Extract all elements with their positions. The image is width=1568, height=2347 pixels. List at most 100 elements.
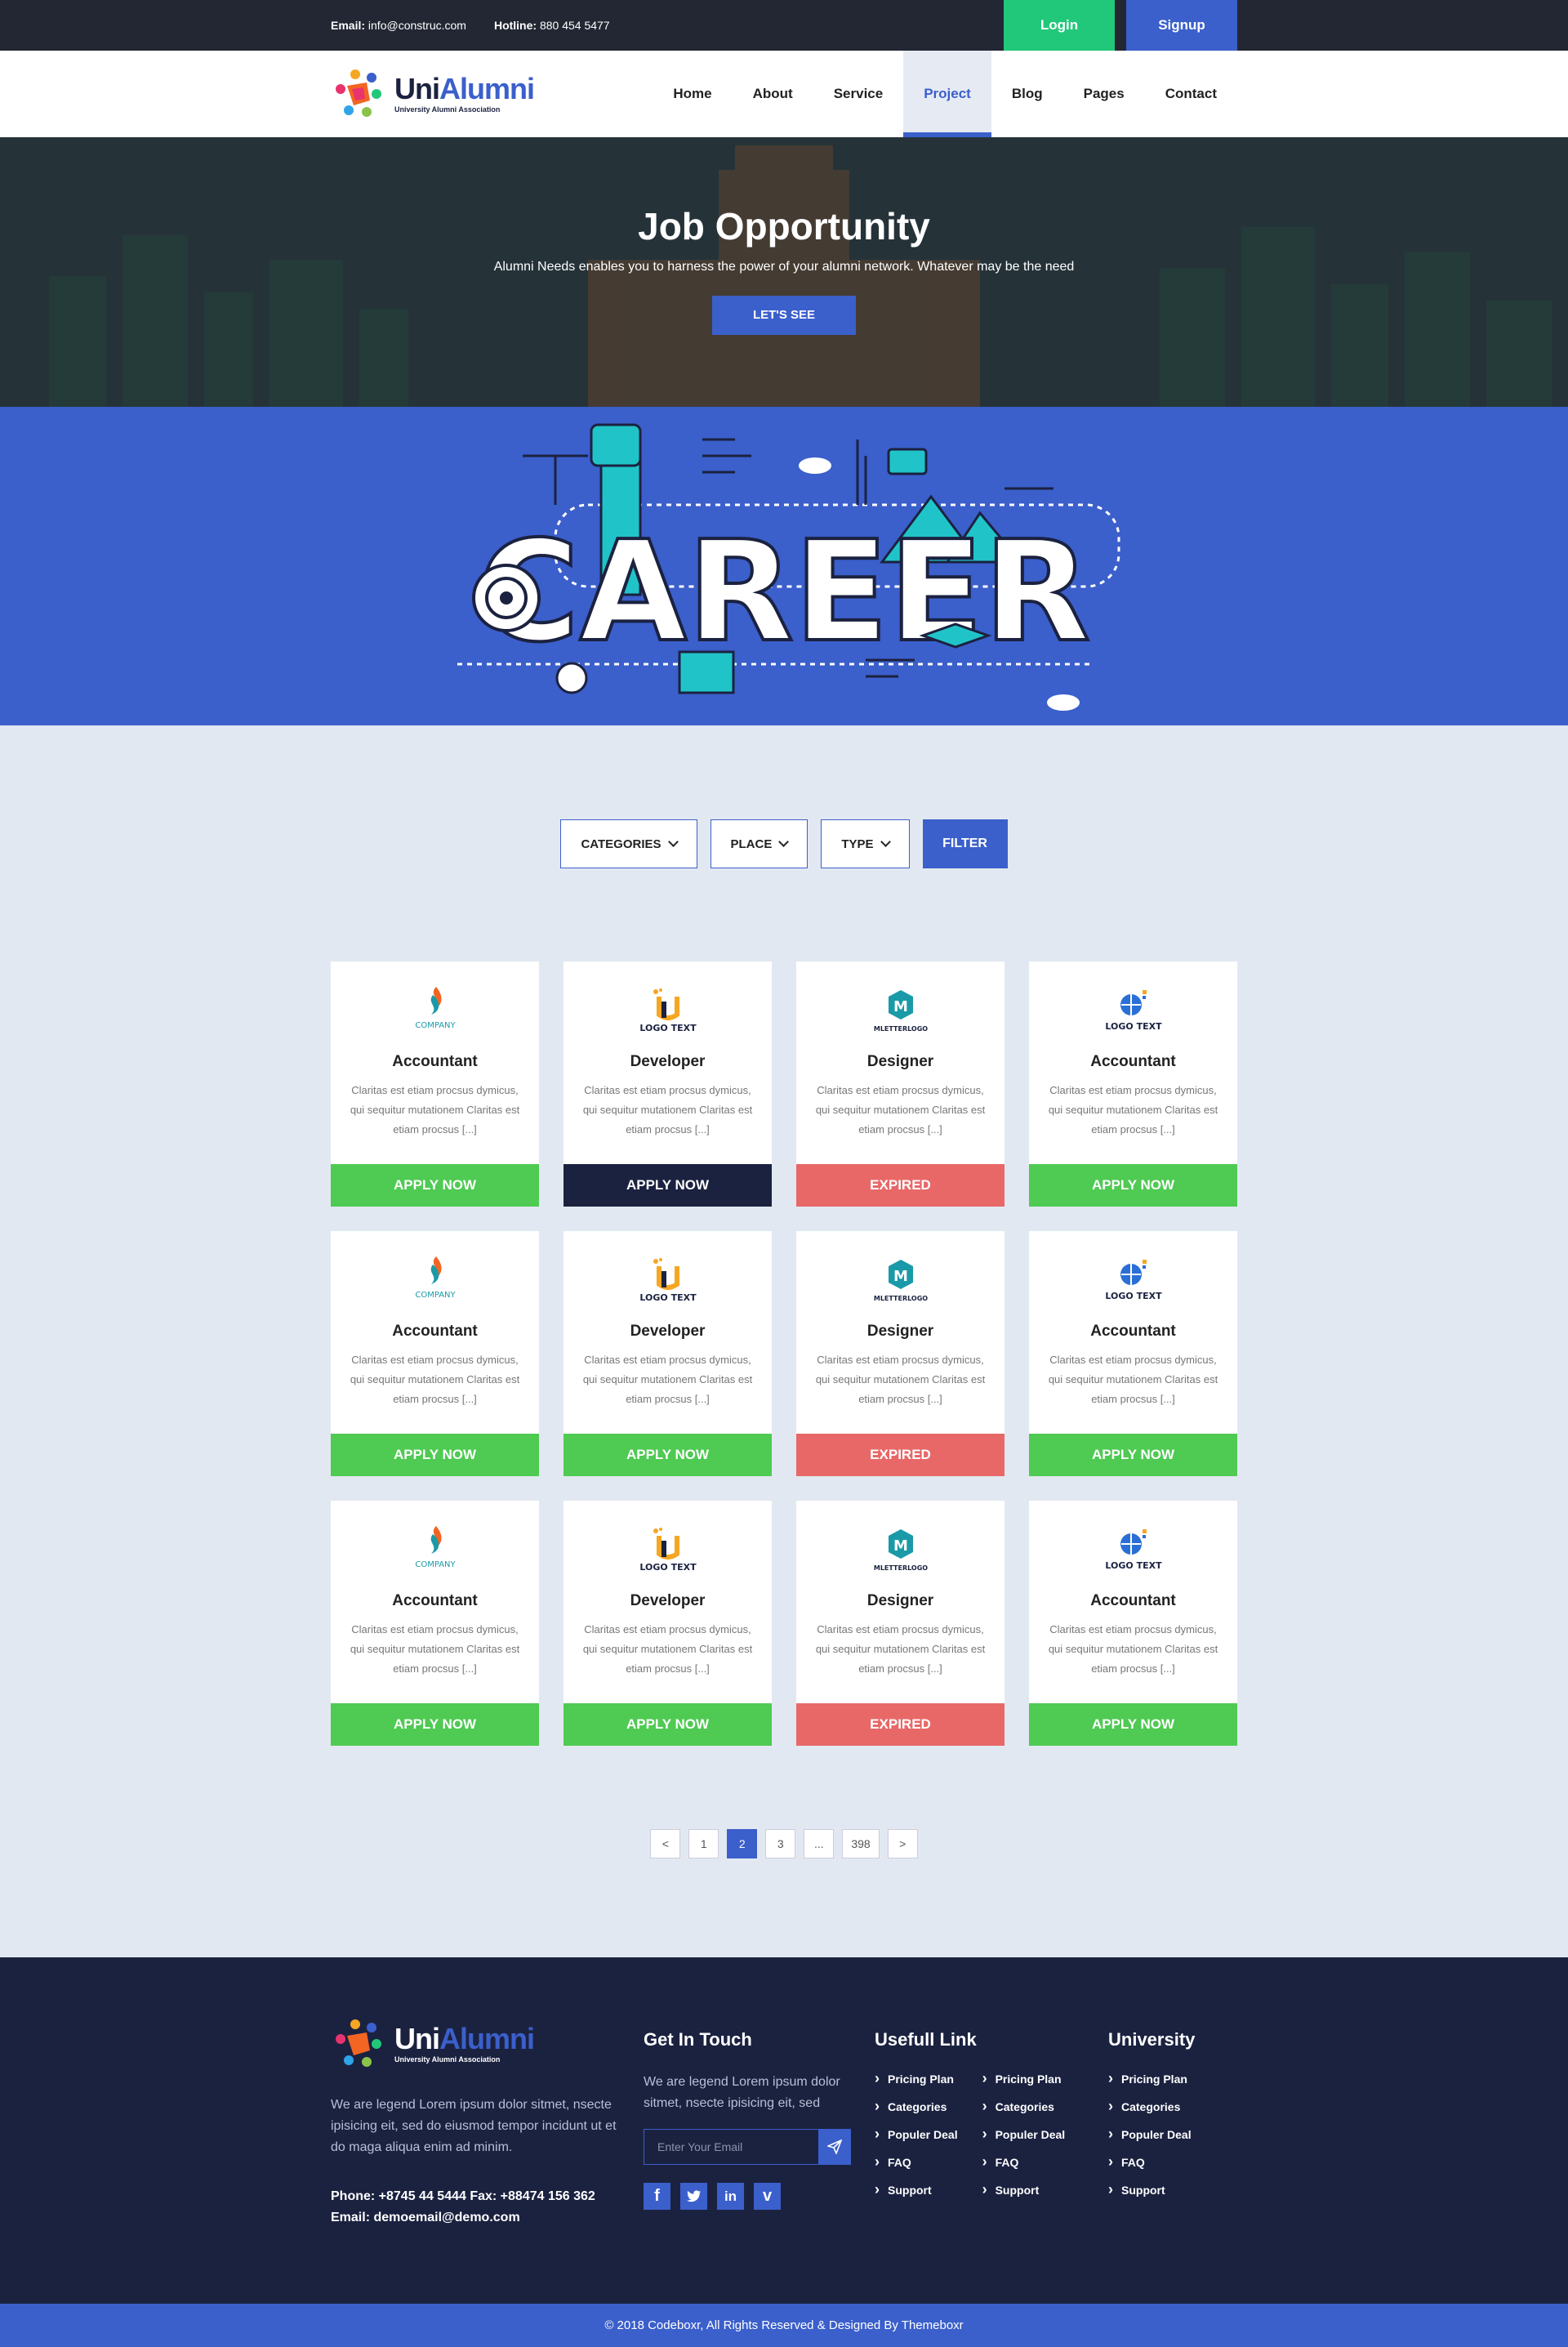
logo-caption: MLETTERLOGO (873, 1295, 927, 1302)
nav-service[interactable]: Service (813, 51, 904, 137)
job-title: Accountant (392, 1053, 478, 1070)
facebook-icon[interactable]: f (644, 2183, 670, 2210)
mletter-logo-icon: M MLETTERLOGO (873, 990, 928, 1033)
svg-text:M: M (893, 1537, 908, 1555)
logo-caption: COMPANY (415, 1021, 456, 1030)
brand-uni: Uni (394, 72, 440, 105)
page-2[interactable]: 2 (727, 1829, 758, 1858)
nav-home[interactable]: Home (653, 51, 732, 137)
vimeo-icon[interactable]: v (754, 2183, 781, 2210)
career-illustration: CAREER (457, 423, 1120, 711)
job-card: COMPANY Accountant Claritas est etiam proc… (331, 1501, 539, 1746)
job-card: M MLETTERLOGO Designer Claritas est etiam p… (796, 962, 1004, 1207)
logo-text-orange-icon: LOGO TEXT (639, 988, 697, 1033)
pagination: < 1 2 3 ... 398 > (331, 1829, 1237, 1858)
footer-link[interactable]: FAQ (875, 2148, 958, 2176)
company-logo-icon: COMPANY (415, 987, 456, 1030)
twitter-icon[interactable] (680, 2183, 707, 2210)
apply-now-button[interactable]: APPLY NOW (1029, 1164, 1237, 1207)
job-logo: COMPANY (331, 1231, 539, 1313)
signup-button[interactable]: Signup (1126, 0, 1237, 51)
nav-blog[interactable]: Blog (991, 51, 1063, 137)
footer-link[interactable]: Categories (875, 2093, 958, 2121)
lets-see-button[interactable]: LET'S SEE (712, 296, 856, 335)
copyright-bar: © 2018 Codeboxr, All Rights Reserved & D… (0, 2304, 1568, 2347)
apply-now-button[interactable]: APPLY NOW (1029, 1434, 1237, 1476)
brand-uni: Uni (394, 2022, 440, 2055)
nav-project[interactable]: Project (903, 51, 991, 137)
expired-button[interactable]: EXPIRED (796, 1703, 1004, 1746)
job-title: Designer (866, 1053, 934, 1070)
apply-now-button[interactable]: APPLY NOW (564, 1703, 772, 1746)
hero-title: Job Opportunity (638, 205, 930, 248)
footer-link[interactable]: Categories (982, 2093, 1066, 2121)
apply-now-button[interactable]: APPLY NOW (331, 1703, 539, 1746)
job-card: COMPANY Accountant Claritas est etiam proc… (331, 1231, 539, 1476)
job-grid: COMPANY Accountant Claritas est etiam proc… (331, 962, 1237, 1746)
footer-brand-logo[interactable]: UniAlumni University Alumni Association (331, 2015, 644, 2073)
topbar-hotline: Hotline: 880 454 5477 (494, 19, 610, 32)
email-label: Email: (331, 19, 366, 32)
logo-text-orange-icon: LOGO TEXT (639, 1528, 697, 1573)
paper-plane-icon (826, 2140, 842, 2154)
footer-link[interactable]: Support (875, 2176, 958, 2204)
footer-link[interactable]: Populer Deal (875, 2121, 958, 2148)
login-button[interactable]: Login (1004, 0, 1115, 51)
footer-link[interactable]: Populer Deal (1108, 2121, 1195, 2148)
chevron-down-icon (880, 837, 891, 847)
linkedin-icon[interactable]: in (717, 2183, 744, 2210)
subscribe-form (644, 2129, 851, 2165)
job-description: Claritas est etiam procsus dymicus, qui … (582, 1084, 753, 1136)
footer-link[interactable]: Pricing Plan (1108, 2065, 1195, 2093)
nav-contact[interactable]: Contact (1145, 51, 1237, 137)
job-logo: M MLETTERLOGO (796, 1231, 1004, 1313)
logo-caption: COMPANY (415, 1291, 456, 1300)
place-dropdown[interactable]: PLACE (710, 819, 808, 868)
footer-link[interactable]: FAQ (1108, 2148, 1195, 2176)
job-card: M MLETTERLOGO Designer Claritas est etiam p… (796, 1231, 1004, 1476)
apply-now-button[interactable]: APPLY NOW (331, 1164, 539, 1207)
nav-about[interactable]: About (733, 51, 813, 137)
footer-link[interactable]: Populer Deal (982, 2121, 1066, 2148)
page-1[interactable]: 1 (688, 1829, 719, 1858)
send-button[interactable] (818, 2130, 850, 2164)
footer-link[interactable]: Support (1108, 2176, 1195, 2204)
logo-text-globe-icon: LOGO TEXT (1105, 990, 1162, 1032)
page-3[interactable]: 3 (765, 1829, 796, 1858)
footer: UniAlumni University Alumni Association … (0, 1957, 1568, 2304)
next-page-button[interactable]: > (887, 1829, 918, 1858)
nav-pages[interactable]: Pages (1063, 51, 1145, 137)
footer-link[interactable]: Pricing Plan (875, 2065, 958, 2093)
job-description: Claritas est etiam procsus dymicus, qui … (1048, 1623, 1218, 1675)
expired-button[interactable]: EXPIRED (796, 1434, 1004, 1476)
filter-button[interactable]: FILTER (922, 819, 1008, 868)
job-title: Accountant (1090, 1592, 1176, 1609)
hero-banner: Job Opportunity Alumni Needs enables you… (0, 137, 1568, 407)
apply-now-button[interactable]: APPLY NOW (564, 1164, 772, 1207)
type-dropdown[interactable]: TYPE (821, 819, 910, 868)
job-description: Claritas est etiam procsus dymicus, qui … (815, 1354, 986, 1405)
university-links: Pricing Plan Categories Populer Deal FAQ… (1108, 2065, 1195, 2204)
job-title: Developer (630, 1053, 706, 1070)
prev-page-button[interactable]: < (650, 1829, 681, 1858)
job-filters: CATEGORIES PLACE TYPE FILTER (331, 819, 1237, 868)
footer-link[interactable]: Support (982, 2176, 1066, 2204)
main-navbar: UniAlumni University Alumni Association … (0, 51, 1568, 137)
email-value[interactable]: info@construc.com (368, 19, 466, 32)
footer-link[interactable]: Categories (1108, 2093, 1195, 2121)
footer-link[interactable]: FAQ (982, 2148, 1066, 2176)
subscribe-email-input[interactable] (644, 2130, 818, 2164)
footer-link[interactable]: Pricing Plan (982, 2065, 1066, 2093)
categories-label: CATEGORIES (581, 837, 662, 851)
apply-now-button[interactable]: APPLY NOW (331, 1434, 539, 1476)
apply-now-button[interactable]: APPLY NOW (564, 1434, 772, 1476)
svg-text:M: M (893, 1268, 908, 1285)
categories-dropdown[interactable]: CATEGORIES (560, 819, 697, 868)
job-description: Claritas est etiam procsus dymicus, qui … (815, 1084, 986, 1136)
brand-logo[interactable]: UniAlumni University Alumni Association (331, 65, 535, 123)
apply-now-button[interactable]: APPLY NOW (1029, 1703, 1237, 1746)
expired-button[interactable]: EXPIRED (796, 1164, 1004, 1207)
chevron-down-icon (667, 837, 679, 847)
logo-caption: MLETTERLOGO (873, 1564, 927, 1572)
page-398[interactable]: 398 (842, 1829, 880, 1858)
